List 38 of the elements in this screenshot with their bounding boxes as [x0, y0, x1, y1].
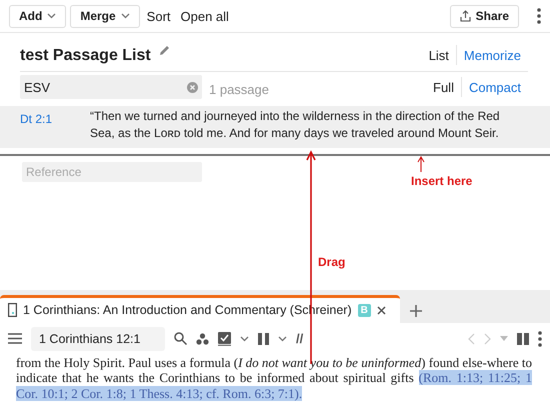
pencil-icon[interactable] — [158, 45, 170, 56]
more-icon[interactable] — [538, 330, 542, 346]
dropdown-button[interactable]: Add — [9, 4, 66, 28]
view-toggle[interactable]: Full — [426, 80, 461, 94]
insert-arrow — [417, 156, 425, 172]
columns-icon[interactable] — [258, 332, 269, 344]
view-toggle[interactable]: Compact — [462, 80, 528, 94]
commentary-text: from the Holy Spirit. Paul uses a formula (I do not want you to be uninformed) found else-where to indicate that he wants the Corinthians to be informed about spiritual gifts (Rom. 1:13; 11:25; 1 Cor. 10:1; 2 Cor. 1:8; 1 Thess. 4:13; cf. Rom. 6:3; 7:1). — [15, 354, 534, 402]
menu-icon[interactable] — [8, 333, 22, 344]
reference-field[interactable]: 1 Corinthians 12:1 — [31, 326, 165, 350]
caret-icon — [120, 13, 130, 19]
passage-count: 1 passage — [209, 82, 269, 96]
caret-icon — [240, 336, 249, 342]
share-button[interactable]: Share — [450, 4, 519, 28]
share-icon — [460, 10, 471, 22]
close-icon[interactable] — [376, 306, 386, 314]
badge: B — [358, 304, 371, 316]
drag-label: Drag — [318, 255, 346, 269]
caret-icon — [47, 13, 56, 19]
list-title: test Passage List — [20, 47, 151, 65]
parallel-button[interactable]: // — [296, 331, 304, 346]
view-toggle[interactable]: List — [422, 48, 456, 62]
dropdown-button[interactable]: Merge — [70, 4, 140, 28]
passage-reference: Dt 2:1 — [20, 112, 54, 128]
book-icon — [8, 303, 17, 317]
more-icon[interactable] — [537, 8, 541, 24]
version-field[interactable]: ESV — [20, 75, 202, 99]
checklist-icon[interactable] — [218, 332, 231, 346]
panel-icon[interactable] — [517, 332, 529, 344]
caret-icon — [278, 336, 287, 342]
passage-text: “Then we turned and journeyed into the wilderness in the direction of the Red Sea, as the Lᴏʀᴅ told me. And for many days we traveled around Mount Seir. — [90, 108, 501, 142]
view-toggle[interactable]: Memorize — [456, 48, 528, 62]
add-tab-icon[interactable] — [410, 304, 422, 316]
search-icon[interactable] — [174, 332, 187, 345]
insert-label: Insert here — [411, 174, 472, 188]
reference-field[interactable]: Reference — [22, 162, 202, 182]
dots-icon[interactable] — [196, 332, 209, 344]
passage-row[interactable]: Dt 2:1 “Then we turned and journeyed into the wilderness in the direction of the Red Sea, as the Lᴏʀᴅ told me. And for many days we traveled around Mount Seir. — [0, 106, 550, 148]
